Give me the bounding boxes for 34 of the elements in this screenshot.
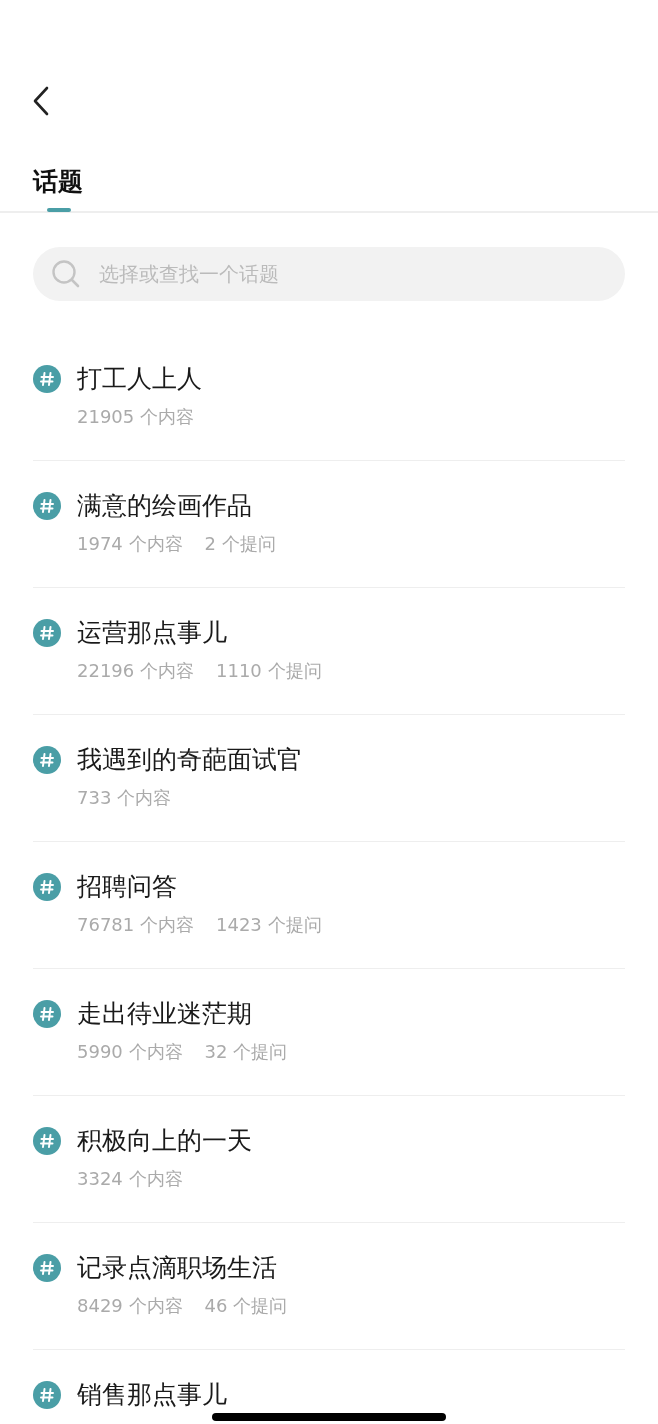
topic-title[interactable]: 打工人上人	[77, 363, 202, 394]
topic-title[interactable]: 走出待业迷茫期	[77, 998, 252, 1029]
hash-icon	[33, 364, 61, 393]
hash-icon	[33, 999, 61, 1028]
topic-stat: 733 个内容	[77, 786, 172, 809]
topic-tab[interactable]: 话题	[33, 166, 83, 211]
topic-title[interactable]: 销售那点事儿	[77, 1379, 227, 1410]
hash-icon	[33, 1380, 61, 1409]
topic-title[interactable]: 我遇到的奇葩面试官	[77, 744, 302, 775]
topic-title[interactable]: 满意的绘画作品	[77, 490, 252, 521]
topic-stat: 1974 个内容	[77, 532, 183, 555]
topic-stat: 2 个提问	[204, 532, 276, 555]
topic-title[interactable]: 记录点滴职场生活	[77, 1252, 277, 1283]
search-icon	[51, 258, 81, 289]
back-icon	[32, 86, 50, 116]
topic-title[interactable]: 积极向上的一天	[77, 1125, 252, 1156]
hash-icon	[33, 872, 61, 901]
topic-stat: 46 个提问	[204, 1294, 288, 1317]
topic-stat: 5990 个内容	[77, 1040, 183, 1063]
hash-icon	[33, 618, 61, 647]
hash-icon	[33, 1126, 61, 1155]
topic-stat: 22196 个内容	[77, 659, 194, 682]
topic-stat: 32 个提问	[204, 1040, 288, 1063]
topic-stat: 1423 个提问	[216, 913, 322, 936]
topic-stat: 76781 个内容	[77, 913, 194, 936]
topic-stat: 21905 个内容	[77, 405, 194, 428]
topic-stat: 1110 个提问	[216, 659, 322, 682]
topic-title[interactable]: 招聘问答	[77, 871, 177, 902]
hash-icon	[33, 745, 61, 774]
topic-stat: 3324 个内容	[77, 1167, 183, 1190]
hash-icon	[33, 491, 61, 520]
hash-icon	[33, 1253, 61, 1282]
topic-stat: 8429 个内容	[77, 1294, 183, 1317]
topic-title[interactable]: 运营那点事儿	[77, 617, 227, 648]
